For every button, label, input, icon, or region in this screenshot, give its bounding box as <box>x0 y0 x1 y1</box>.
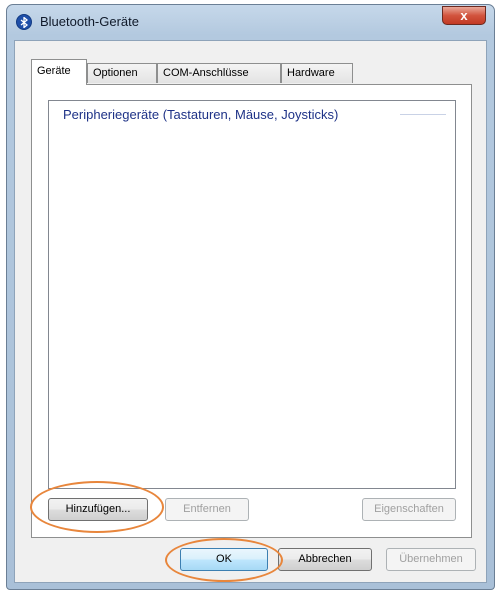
cancel-button[interactable]: Abbrechen <box>278 548 372 571</box>
apply-button[interactable]: Übernehmen <box>386 548 476 571</box>
tab-geraete[interactable]: Geräte <box>31 59 87 85</box>
group-header-peripherals: Peripheriegeräte (Tastaturen, Mäuse, Joy… <box>63 107 339 122</box>
tab-com-anschluesse[interactable]: COM-Anschlüsse <box>157 63 281 83</box>
title-bar[interactable]: Bluetooth-Geräte x <box>7 5 494 39</box>
tab-optionen[interactable]: Optionen <box>87 63 157 83</box>
tab-hardware[interactable]: Hardware <box>281 63 353 83</box>
close-button[interactable]: x <box>442 6 486 25</box>
ok-button[interactable]: OK <box>180 548 268 571</box>
remove-button[interactable]: Entfernen <box>165 498 249 521</box>
group-header-divider <box>400 114 446 115</box>
tab-panel-geraete: Peripheriegeräte (Tastaturen, Mäuse, Joy… <box>30 84 472 538</box>
window-title: Bluetooth-Geräte <box>40 14 140 29</box>
bluetooth-devices-window: Bluetooth-Geräte x Geräte Optionen COM-A… <box>6 4 495 590</box>
bluetooth-icon <box>16 14 32 30</box>
properties-button[interactable]: Eigenschaften <box>362 498 456 521</box>
add-button[interactable]: Hinzufügen... <box>48 498 148 521</box>
dialog-client-area: Geräte Optionen COM-Anschlüsse Hardware … <box>14 40 487 583</box>
close-icon: x <box>460 8 468 23</box>
device-list[interactable]: Peripheriegeräte (Tastaturen, Mäuse, Joy… <box>48 100 456 489</box>
